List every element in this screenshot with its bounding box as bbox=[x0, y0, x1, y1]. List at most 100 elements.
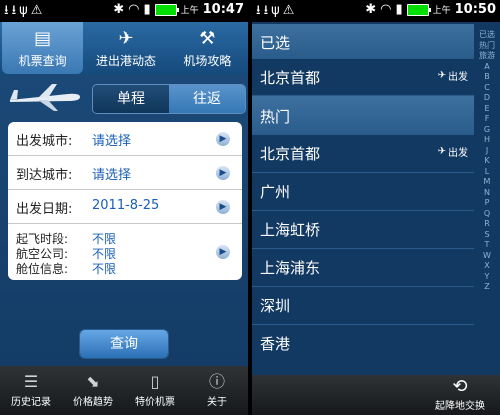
section-title: 热门 bbox=[260, 108, 291, 126]
wifi-icon: ◠ bbox=[380, 2, 392, 17]
alphabet-index-letter[interactable]: X bbox=[474, 261, 500, 272]
status-right: ✱ ◠ ▮ 上午 10:47 bbox=[113, 2, 244, 17]
alphabet-index-letter[interactable]: N bbox=[474, 188, 500, 199]
bottom-label: 价格趋势 bbox=[73, 397, 113, 408]
city-item[interactable]: 上海虹桥 bbox=[252, 211, 474, 249]
city-item[interactable]: 北京首都 ✈ 出发 bbox=[252, 135, 474, 173]
ticket-icon: ▤ bbox=[34, 28, 52, 49]
city-item[interactable]: 深圳 bbox=[252, 287, 474, 325]
alphabet-index-letter[interactable]: 热门 bbox=[474, 41, 500, 52]
filter-rows[interactable]: 起飞时段: 不限 航空公司: 不限 舱位信息: 不限 ▶ bbox=[8, 225, 242, 280]
chevron-right-icon: ▶ bbox=[216, 132, 230, 146]
city-name: 香港 bbox=[260, 335, 291, 353]
city-item[interactable]: 上海浦东 bbox=[252, 249, 474, 287]
one-way-option[interactable]: 单程 bbox=[93, 85, 169, 113]
chevron-right-icon: ▶ bbox=[216, 245, 230, 259]
airplane-icon: ✈ bbox=[437, 146, 446, 157]
alphabet-index-letter[interactable]: R bbox=[474, 219, 500, 230]
alphabet-index-letter[interactable]: L bbox=[474, 167, 500, 178]
alphabet-index-letter[interactable]: Q bbox=[474, 209, 500, 220]
alphabet-index-letter[interactable]: K bbox=[474, 156, 500, 167]
alphabet-index-letter[interactable]: Y bbox=[474, 272, 500, 283]
alphabet-index-letter[interactable]: Z bbox=[474, 282, 500, 293]
alphabet-index-letter[interactable]: F bbox=[474, 114, 500, 125]
alphabet-index-letter[interactable]: J bbox=[474, 146, 500, 157]
status-right: ✱ ◠ ▮ 上午 10:50 bbox=[365, 2, 496, 17]
signal-icon: ▮ bbox=[395, 2, 403, 17]
arrival-value: 请选择 bbox=[92, 168, 132, 183]
swap-icon: ⟲ bbox=[452, 376, 468, 397]
section-header-hot: 热门 bbox=[252, 96, 474, 135]
tab-airport-guide[interactable]: ⚒ 机场攻略 bbox=[167, 22, 248, 74]
alphabet-index-letter[interactable]: S bbox=[474, 230, 500, 241]
departure-tag: ✈ 出发 bbox=[438, 144, 468, 159]
signal-icon: ▮ bbox=[143, 2, 151, 17]
departure-value: 请选择 bbox=[92, 134, 132, 149]
city-name: 广州 bbox=[260, 183, 291, 201]
chevron-right-icon: ▶ bbox=[216, 200, 230, 214]
alphabet-index[interactable]: 已选 热门 旅游 A B C D E F G H J K L M N P Q R S T W X Y Z bbox=[474, 30, 500, 375]
alphabet-index-letter[interactable]: B bbox=[474, 72, 500, 83]
bottom-label: 关于 bbox=[207, 397, 227, 408]
alphabet-index-letter[interactable]: T bbox=[474, 240, 500, 251]
city-item[interactable]: 北京首都 ✈ 出发 bbox=[252, 59, 474, 96]
about-button[interactable]: ⓘ 关于 bbox=[186, 366, 248, 415]
list-icon: ☰ bbox=[23, 372, 39, 391]
arrival-label: 到达城市: bbox=[16, 168, 73, 183]
download-icon: ⭳ bbox=[4, 3, 9, 18]
arrival-city-row[interactable]: 到达城市: 请选择 ▶ bbox=[8, 156, 242, 190]
right-screen: ⭳ ⭳ ψ ⚠ ✱ ◠ ▮ 上午 10:50 已选 北京首都 ✈ 出发 热门 北京… bbox=[252, 0, 500, 415]
status-bar: ⭳ ⭳ ψ ⚠ ✱ ◠ ▮ 上午 10:47 bbox=[0, 0, 248, 22]
date-value: 2011-8-25 bbox=[92, 198, 160, 213]
departure-tag-label: 出发 bbox=[448, 72, 468, 83]
city-item[interactable]: 香港 bbox=[252, 325, 474, 362]
swap-button[interactable]: ⟲ 起降地交换 bbox=[430, 376, 490, 413]
alphabet-index-letter[interactable]: 已选 bbox=[474, 30, 500, 41]
tab-ticket-search[interactable]: ▤ 机票查询 bbox=[2, 22, 84, 74]
left-screen: ⭳ ⭳ ψ ⚠ ✱ ◠ ▮ 上午 10:47 ▤ 机票查询 ✈ 进出港动态 ⚒ … bbox=[0, 0, 248, 415]
alphabet-index-letter[interactable]: D bbox=[474, 93, 500, 104]
departure-tag: ✈ 出发 bbox=[438, 68, 468, 83]
cabin-value: 不限 bbox=[92, 262, 117, 276]
notification-icons: ⭳ ⭳ ψ ⚠ bbox=[4, 3, 42, 19]
warning-icon: ⚠ bbox=[282, 3, 295, 18]
tab-label: 机场攻略 bbox=[183, 54, 232, 68]
usb-icon: ψ bbox=[19, 3, 28, 18]
date-label: 出发日期: bbox=[16, 202, 73, 217]
status-time: 10:47 bbox=[202, 2, 244, 17]
alphabet-index-letter[interactable]: C bbox=[474, 83, 500, 94]
status-bar: ⭳ ⭳ ψ ⚠ ✱ ◠ ▮ 上午 10:50 bbox=[252, 0, 500, 22]
city-item[interactable]: 广州 bbox=[252, 173, 474, 211]
city-name: 深圳 bbox=[260, 297, 291, 315]
top-nav: ▤ 机票查询 ✈ 进出港动态 ⚒ 机场攻略 bbox=[0, 22, 248, 74]
alphabet-index-letter[interactable]: H bbox=[474, 135, 500, 146]
alphabet-index-letter[interactable]: W bbox=[474, 251, 500, 262]
section-header-selected: 已选 bbox=[252, 24, 474, 59]
query-button[interactable]: 查询 bbox=[80, 330, 168, 358]
alphabet-index-letter[interactable]: P bbox=[474, 198, 500, 209]
price-trend-button[interactable]: ⬊ 价格趋势 bbox=[62, 366, 124, 415]
wifi-icon: ◠ bbox=[128, 2, 140, 17]
history-button[interactable]: ☰ 历史记录 bbox=[0, 366, 62, 415]
tab-flight-status[interactable]: ✈ 进出港动态 bbox=[85, 22, 166, 74]
alphabet-index-letter[interactable]: M bbox=[474, 177, 500, 188]
airplane-icon: ✈ bbox=[437, 70, 446, 81]
download-icon: ⭳ bbox=[256, 3, 261, 18]
bottom-label: 历史记录 bbox=[11, 397, 51, 408]
date-row[interactable]: 出发日期: 2011-8-25 ▶ bbox=[8, 190, 242, 224]
section-title: 已选 bbox=[260, 34, 291, 52]
round-trip-option[interactable]: 往返 bbox=[169, 85, 245, 113]
document-icon: ▯ bbox=[150, 372, 160, 391]
alphabet-index-letter[interactable]: G bbox=[474, 125, 500, 136]
departure-city-row[interactable]: 出发城市: 请选择 ▶ bbox=[8, 122, 242, 156]
tab-label: 进出港动态 bbox=[95, 54, 156, 68]
alphabet-index-letter[interactable]: 旅游 bbox=[474, 51, 500, 62]
city-name: 上海虹桥 bbox=[260, 221, 321, 239]
special-tickets-button[interactable]: ▯ 特价机票 bbox=[124, 366, 186, 415]
city-name: 北京首都 bbox=[260, 69, 321, 87]
status-ampm: 上午 bbox=[432, 6, 451, 16]
alphabet-index-letter[interactable]: A bbox=[474, 62, 500, 73]
cabin-label: 舱位信息: bbox=[16, 262, 69, 276]
alphabet-index-letter[interactable]: E bbox=[474, 104, 500, 115]
trip-type-toggle: 单程 往返 bbox=[92, 84, 246, 114]
